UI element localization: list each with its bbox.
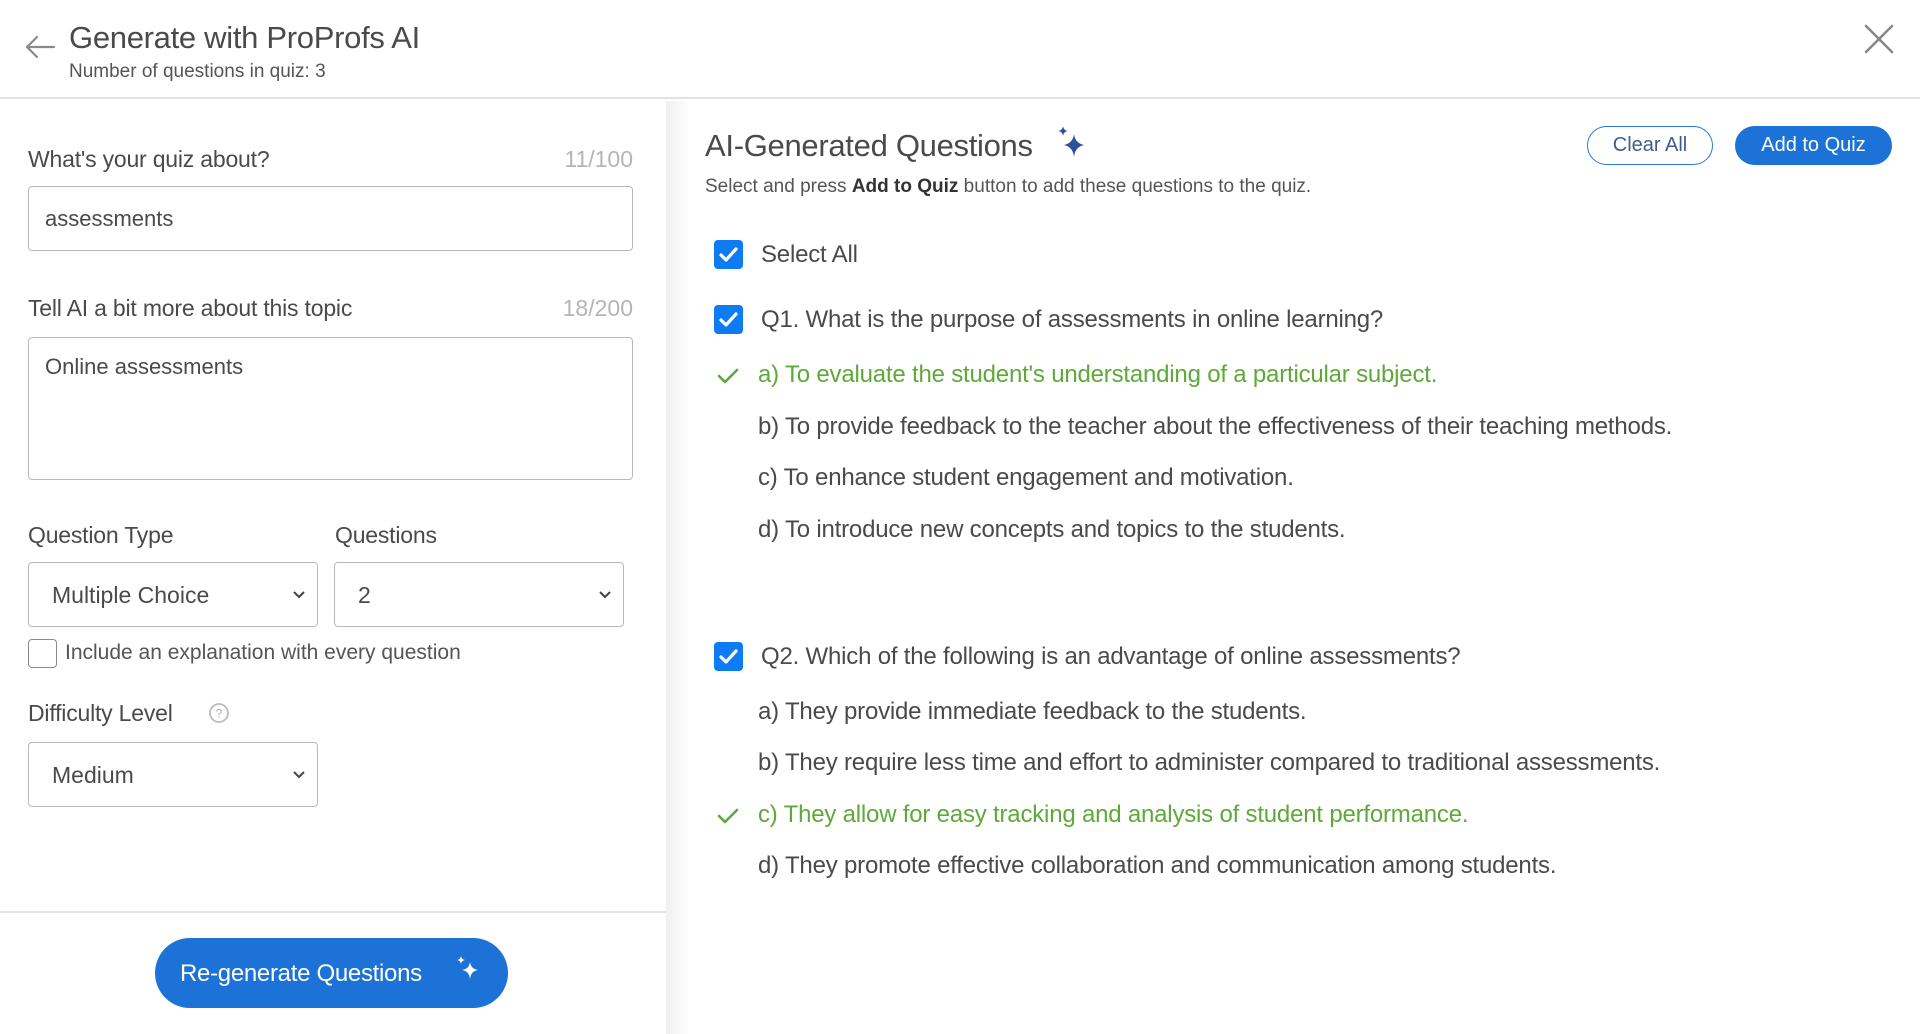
question-1-option-d: d) To introduce new concepts and topics …	[758, 516, 1346, 543]
sparkle-icon	[457, 956, 478, 979]
sparkle-icon	[1058, 126, 1084, 157]
back-button[interactable]	[24, 34, 56, 60]
question-1-checkbox[interactable]	[714, 305, 743, 334]
regenerate-label: Re-generate Questions	[180, 960, 422, 987]
dialog-title: Generate with ProProfs AI	[69, 20, 420, 55]
chevron-down-icon	[293, 771, 305, 779]
topic-label: What's your quiz about?	[28, 146, 270, 172]
chevron-down-icon	[293, 591, 305, 599]
results-title: AI-Generated Questions	[705, 128, 1033, 163]
checkmark-icon	[719, 649, 738, 664]
question-2-option-c: c) They allow for easy tracking and anal…	[758, 801, 1469, 828]
question-1-option-c: c) To enhance student engagement and mot…	[758, 464, 1294, 491]
question-2-checkbox[interactable]	[714, 642, 743, 671]
question-1-text: Q1. What is the purpose of assessments i…	[761, 306, 1384, 333]
question-type-label: Question Type	[28, 522, 174, 548]
question-type-select[interactable]: Multiple Choice	[28, 562, 318, 627]
correct-answer-check-icon	[717, 368, 739, 384]
difficulty-label: Difficulty Level	[28, 700, 173, 726]
close-button[interactable]	[1862, 22, 1896, 56]
checkmark-icon	[719, 312, 738, 327]
instructions-text: button to add these questions to the qui…	[958, 176, 1312, 197]
select-all-checkbox[interactable]	[714, 240, 743, 269]
question-1-option-a: a) To evaluate the student's understandi…	[758, 361, 1438, 388]
question-2-option-d: d) They promote effective collaboration …	[758, 852, 1557, 879]
panel-shadow	[666, 101, 690, 1034]
question-2-option-b: b) They require less time and effort to …	[758, 749, 1661, 776]
chevron-down-icon	[599, 591, 611, 599]
correct-answer-check-icon	[717, 808, 739, 824]
question-2-option-a: a) They provide immediate feedback to th…	[758, 698, 1307, 725]
questions-count-value: 2	[358, 582, 371, 608]
details-label: Tell AI a bit more about this topic	[28, 295, 353, 321]
explanation-checkbox-label[interactable]: Include an explanation with every questi…	[65, 641, 461, 665]
arrow-left-icon	[25, 35, 56, 59]
details-textarea[interactable]: Online assessments	[28, 337, 633, 480]
question-1-option-b: b) To provide feedback to the teacher ab…	[758, 413, 1673, 440]
questions-count-label: Questions	[335, 522, 437, 548]
question-2-text: Q2. Which of the following is an advanta…	[761, 643, 1461, 670]
question-count-text: Number of questions in quiz: 3	[69, 61, 326, 82]
svg-text:?: ?	[216, 707, 223, 721]
explanation-checkbox[interactable]	[28, 639, 57, 668]
dialog-header: Generate with ProProfs AI Number of ques…	[0, 0, 1920, 99]
questions-count-select[interactable]: 2	[334, 562, 624, 627]
close-icon	[1864, 24, 1894, 54]
topic-char-counter: 11/100	[564, 146, 633, 172]
difficulty-select[interactable]: Medium	[28, 742, 318, 807]
difficulty-value: Medium	[52, 762, 134, 788]
regenerate-questions-button[interactable]: Re-generate Questions	[155, 938, 508, 1008]
question-type-value: Multiple Choice	[52, 582, 210, 608]
topic-input[interactable]	[28, 186, 633, 251]
instructions-bold-text: Add to Quiz	[851, 176, 959, 197]
select-all-label[interactable]: Select All	[761, 241, 858, 269]
clear-all-button[interactable]: Clear All	[1587, 126, 1713, 165]
results-instructions: Select and press Add to Quiz button to a…	[705, 176, 1311, 198]
checkmark-icon	[719, 247, 738, 262]
help-circle-icon[interactable]: ?	[208, 702, 230, 724]
add-to-quiz-button[interactable]: Add to Quiz	[1735, 126, 1892, 165]
footer-divider	[0, 911, 666, 913]
details-char-counter: 18/200	[562, 295, 633, 321]
instructions-text: Select and press	[705, 176, 852, 197]
